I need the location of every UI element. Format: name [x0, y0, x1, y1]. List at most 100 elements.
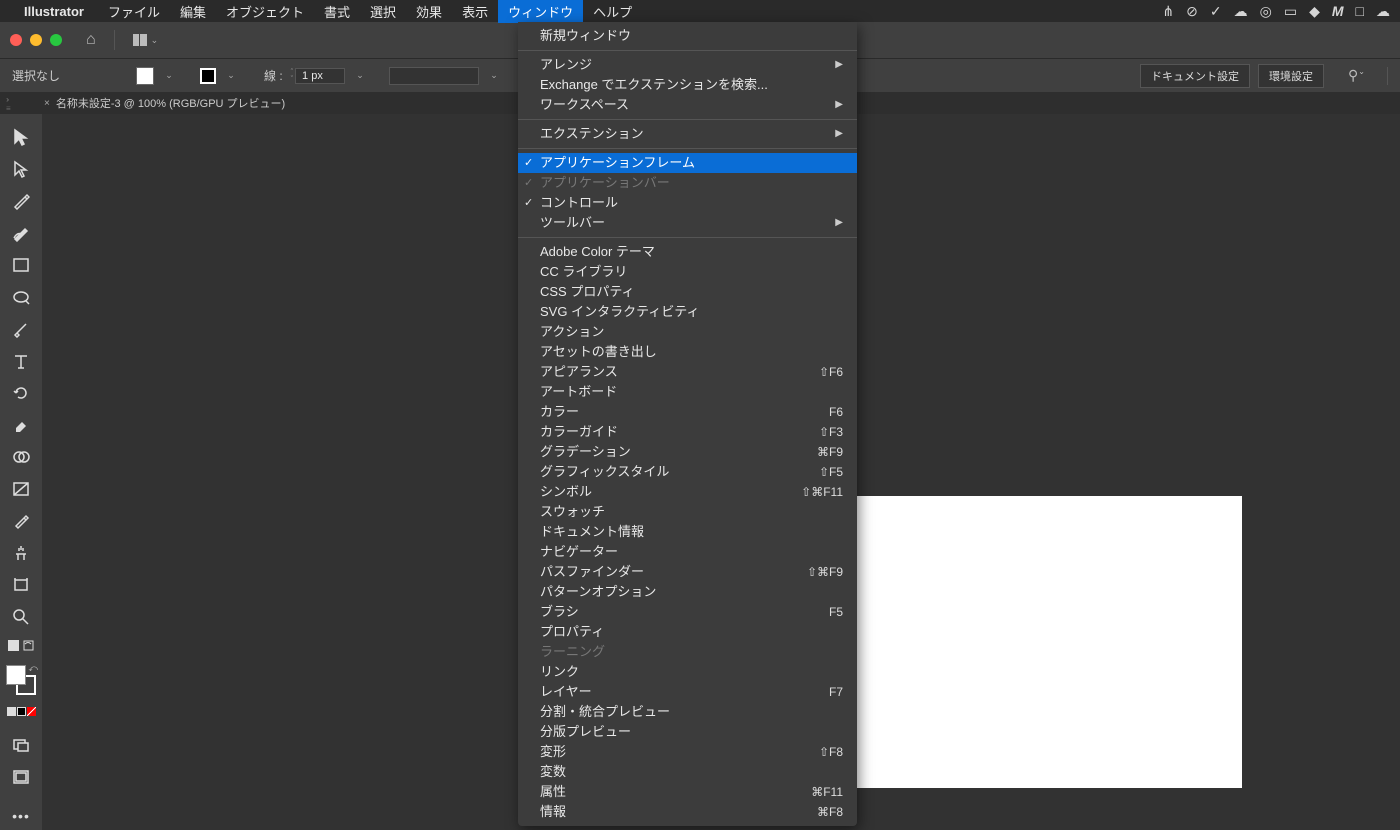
menu-item[interactable]: アピアランス⇧F6: [518, 362, 857, 382]
menu-item[interactable]: SVG インタラクティビティ: [518, 302, 857, 322]
paintbrush-tool[interactable]: [10, 318, 32, 340]
rectangle-tool[interactable]: [10, 254, 32, 276]
zoom-tool[interactable]: [10, 606, 32, 628]
menu-item[interactable]: アクション: [518, 322, 857, 342]
selection-tool[interactable]: [10, 126, 32, 148]
menu-item[interactable]: 分版プレビュー: [518, 722, 857, 742]
menu-item[interactable]: リンク: [518, 662, 857, 682]
pin-icon[interactable]: ⚲⌄: [1344, 67, 1369, 84]
menu-item[interactable]: CC ライブラリ: [518, 262, 857, 282]
menu-item[interactable]: ブラシF5: [518, 602, 857, 622]
menu-item[interactable]: レイヤーF7: [518, 682, 857, 702]
menu-item[interactable]: 書式: [314, 0, 360, 23]
square-icon[interactable]: □: [1356, 3, 1364, 19]
home-icon[interactable]: ⌂: [86, 31, 96, 49]
weather-icon[interactable]: ☁: [1376, 3, 1390, 20]
edit-toolbar-button[interactable]: •••: [12, 808, 30, 824]
check-icon: ✓: [524, 174, 533, 192]
maximize-window-button[interactable]: [50, 34, 62, 46]
stroke-width-dd[interactable]: ⌄: [353, 69, 367, 83]
menu-item[interactable]: ウィンドウ: [498, 0, 583, 23]
menu-item[interactable]: パターンオプション: [518, 582, 857, 602]
menu-item[interactable]: 情報⌘F8: [518, 802, 857, 822]
sync-icon[interactable]: ⊘: [1186, 3, 1198, 20]
close-tab-icon[interactable]: ×: [44, 98, 50, 109]
menu-item[interactable]: ワークスペース▶: [518, 95, 857, 115]
menu-item[interactable]: オブジェクト: [216, 0, 314, 23]
artboard[interactable]: [857, 496, 1242, 788]
gradient-tool[interactable]: [10, 478, 32, 500]
menu-item[interactable]: スウォッチ: [518, 502, 857, 522]
preferences-button[interactable]: 環境設定: [1258, 64, 1324, 88]
stroke-dropdown[interactable]: ⌄: [224, 69, 238, 83]
menu-item[interactable]: 分割・統合プレビュー: [518, 702, 857, 722]
cc-icon[interactable]: ◎: [1260, 3, 1272, 20]
menu-item[interactable]: 選択: [360, 0, 406, 23]
menu-item[interactable]: ナビゲーター: [518, 542, 857, 562]
menu-item[interactable]: ヘルプ: [583, 0, 642, 23]
menu-item[interactable]: カラーF6: [518, 402, 857, 422]
menu-item[interactable]: エクステンション▶: [518, 124, 857, 144]
draw-mode-row[interactable]: [7, 707, 36, 716]
eraser-tool[interactable]: [10, 414, 32, 436]
menu-item[interactable]: グラデーション⌘F9: [518, 442, 857, 462]
menu-item[interactable]: 変形⇧F8: [518, 742, 857, 762]
stroke-width-input[interactable]: ˆˇ 1 px: [291, 68, 345, 84]
menu-item[interactable]: ドキュメント情報: [518, 522, 857, 542]
menu-item[interactable]: ✓アプリケーションフレーム: [518, 153, 857, 173]
shape-builder-tool[interactable]: [10, 446, 32, 468]
menu-item[interactable]: CSS プロパティ: [518, 282, 857, 302]
brush-dd[interactable]: ⌄: [487, 69, 501, 83]
menu-item[interactable]: アートボード: [518, 382, 857, 402]
menu-item[interactable]: カラーガイド⇧F3: [518, 422, 857, 442]
fill-swatch[interactable]: [136, 67, 154, 85]
menu-item[interactable]: 新規ウィンドウ: [518, 26, 857, 46]
menu-item[interactable]: プロパティ: [518, 622, 857, 642]
menu-item-label: ナビゲーター: [540, 543, 843, 561]
document-setup-button[interactable]: ドキュメント設定: [1140, 64, 1250, 88]
direct-selection-tool[interactable]: [10, 158, 32, 180]
stroke-swatch[interactable]: [200, 68, 216, 84]
menu-item[interactable]: ✓コントロール: [518, 193, 857, 213]
fill-dropdown[interactable]: ⌄: [162, 69, 176, 83]
change-screen-mode[interactable]: [10, 766, 32, 788]
menu-item[interactable]: グラフィックスタイル⇧F5: [518, 462, 857, 482]
eyedropper-tool[interactable]: [10, 510, 32, 532]
color-swap[interactable]: ⤺: [6, 665, 36, 695]
app-m-icon[interactable]: M: [1332, 3, 1344, 19]
menu-item[interactable]: ツールバー▶: [518, 213, 857, 233]
minimize-window-button[interactable]: [30, 34, 42, 46]
menu-item[interactable]: パスファインダー⇧⌘F9: [518, 562, 857, 582]
fill-stroke-mode[interactable]: [8, 640, 34, 651]
app-name[interactable]: Illustrator: [24, 4, 84, 19]
wifi-icon[interactable]: ◆: [1309, 3, 1320, 20]
brush-selector[interactable]: [389, 67, 479, 85]
layout-toggle[interactable]: ⌄: [133, 34, 159, 46]
menu-item[interactable]: シンボル⇧⌘F11: [518, 482, 857, 502]
curvature-tool[interactable]: [10, 222, 32, 244]
symbol-sprayer-tool[interactable]: [10, 542, 32, 564]
type-tool[interactable]: [10, 350, 32, 372]
display-icon[interactable]: ▭: [1284, 3, 1297, 20]
menu-item[interactable]: アレンジ▶: [518, 55, 857, 75]
menu-item[interactable]: Exchange でエクステンションを検索...: [518, 75, 857, 95]
dropbox-icon[interactable]: ⋔: [1162, 3, 1174, 20]
menu-item[interactable]: 属性⌘F11: [518, 782, 857, 802]
menu-item[interactable]: 編集: [170, 0, 216, 23]
ellipse-tool[interactable]: [10, 286, 32, 308]
menu-item[interactable]: ファイル: [98, 0, 170, 23]
artboard-tool[interactable]: [10, 574, 32, 596]
menu-item[interactable]: Adobe Color テーマ: [518, 242, 857, 262]
check-icon[interactable]: ✓: [1210, 3, 1222, 20]
menu-item[interactable]: アセットの書き出し: [518, 342, 857, 362]
menu-item[interactable]: 効果: [406, 0, 452, 23]
document-tab[interactable]: × 名称未設定-3 @ 100% (RGB/GPU プレビュー): [44, 95, 285, 111]
panel-handle[interactable]: ››≡: [6, 95, 9, 113]
close-window-button[interactable]: [10, 34, 22, 46]
screen-mode-tool[interactable]: [10, 734, 32, 756]
menu-item[interactable]: 表示: [452, 0, 498, 23]
menu-item[interactable]: 変数: [518, 762, 857, 782]
cloud-icon[interactable]: ☁: [1234, 3, 1248, 20]
rotate-tool[interactable]: [10, 382, 32, 404]
pen-tool[interactable]: [10, 190, 32, 212]
